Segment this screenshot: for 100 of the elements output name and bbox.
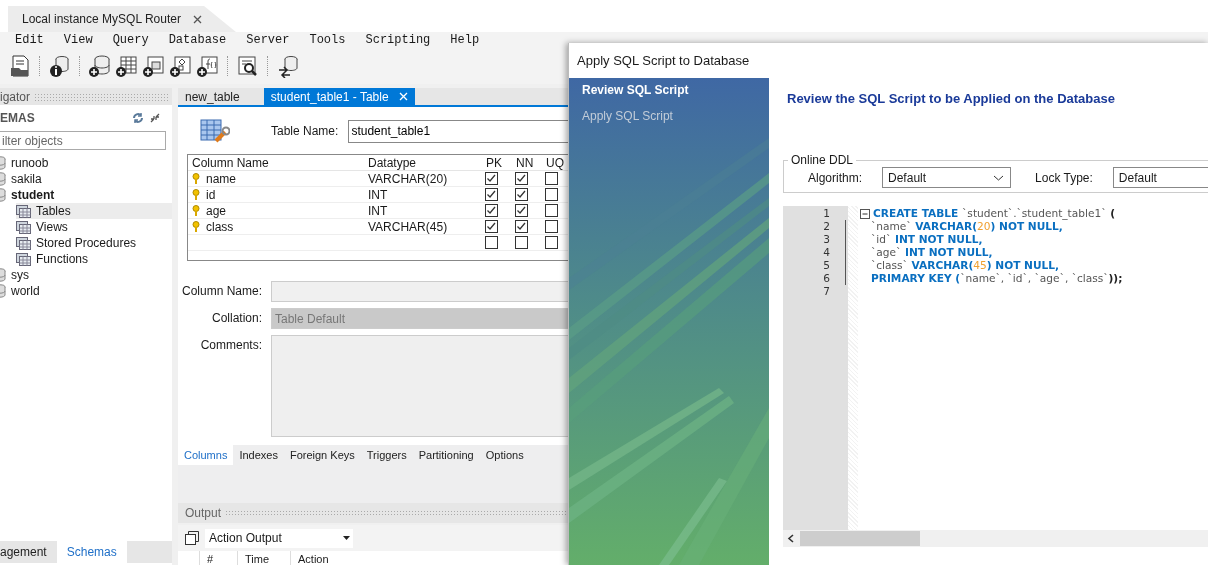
column-header: Action <box>290 551 358 565</box>
dropdown[interactable]: Default <box>882 167 1012 188</box>
folder-grid-icon <box>16 220 31 234</box>
field-label: Table Name: <box>271 124 339 138</box>
checkbox[interactable] <box>515 172 528 185</box>
table-cell: VARCHAR(20) <box>368 171 448 186</box>
table-settings-icon <box>200 117 230 145</box>
checkbox[interactable] <box>485 188 498 201</box>
code-line: `age` INT NOT NULL, <box>871 246 993 259</box>
tree-item[interactable]: Functions <box>16 251 172 267</box>
field-label: Algorithm: <box>808 170 863 185</box>
group-title: Online DDL <box>790 153 855 167</box>
line-number: 7 <box>822 285 831 298</box>
checkbox[interactable] <box>545 204 558 217</box>
line-number: 2 <box>822 220 831 233</box>
line-number: 4 <box>822 246 831 259</box>
key-icon <box>192 172 200 185</box>
key-icon <box>192 188 200 201</box>
editor-tab[interactable]: student_table1 - Table <box>263 88 415 105</box>
field-label: Lock Type: <box>1035 170 1093 185</box>
field-label: Comments: <box>199 337 262 352</box>
database-info-icon[interactable] <box>48 54 72 78</box>
folder-grid-icon <box>16 236 31 250</box>
view-add-icon[interactable] <box>142 54 166 78</box>
checkbox[interactable] <box>515 220 528 233</box>
table-cell: INT <box>368 203 388 218</box>
checkbox[interactable] <box>545 172 558 185</box>
checkbox[interactable] <box>515 236 528 249</box>
menu-item[interactable]: Server <box>239 33 297 47</box>
key-icon <box>192 220 200 233</box>
table-cell: VARCHAR(45) <box>368 219 448 234</box>
line-number: 1 <box>822 207 831 220</box>
function-add-icon[interactable] <box>196 54 220 78</box>
menu-item[interactable]: View <box>56 33 100 47</box>
collapse-icon[interactable] <box>860 208 870 219</box>
tree-item[interactable]: Views <box>16 219 172 235</box>
folder-grid-icon <box>16 204 31 218</box>
menu-item[interactable]: Query <box>105 33 156 47</box>
column-header: NN <box>512 155 542 171</box>
table-cell: name <box>206 171 237 186</box>
chevron-icon <box>993 174 1005 181</box>
code-line: `id` INT NOT NULL, <box>871 233 983 246</box>
panel-title: Output <box>185 506 222 521</box>
checkbox[interactable] <box>485 236 498 249</box>
column-header: PK <box>482 155 512 171</box>
procedure-add-icon[interactable] <box>169 54 193 78</box>
folder-grid-icon <box>16 252 31 266</box>
checkbox[interactable] <box>545 188 558 201</box>
sql-file-icon[interactable] <box>8 54 32 78</box>
checkbox[interactable] <box>515 188 528 201</box>
menu-item[interactable]: Database <box>161 33 234 47</box>
table-name-field[interactable]: student_table1 <box>348 119 568 143</box>
menu-item[interactable]: Scripting <box>358 33 438 47</box>
panel-tab[interactable]: Schemas <box>56 541 127 563</box>
dropdown[interactable]: Default <box>1112 167 1208 188</box>
panel-title: igator <box>0 89 31 104</box>
window-tab[interactable]: Local instance MySQL Router <box>8 6 236 32</box>
column-header: Time <box>237 551 290 565</box>
code-line: `name` VARCHAR(20) NOT NULL, <box>871 220 1063 233</box>
code-line: `class` VARCHAR(45) NOT NULL, <box>871 259 1060 272</box>
menu-item[interactable]: Edit <box>8 33 51 47</box>
field-label: Collation: <box>210 310 262 325</box>
checkbox[interactable] <box>485 204 498 217</box>
copy-icon[interactable] <box>185 531 199 546</box>
schema-item[interactable]: student <box>0 187 172 203</box>
field-label: Column Name: <box>180 283 262 298</box>
checkbox[interactable] <box>515 204 528 217</box>
editor-tab[interactable]: Columns <box>178 445 234 466</box>
horizontal-scrollbar[interactable] <box>783 530 1208 547</box>
dropdown[interactable]: Action Output <box>205 528 353 548</box>
schema-item[interactable]: runoob <box>0 155 172 171</box>
collapse-icon[interactable] <box>150 113 160 123</box>
column-header: Datatype <box>364 155 482 171</box>
schema-item[interactable]: sys <box>0 267 172 283</box>
code-line: PRIMARY KEY (`name`, `id`, `age`, `class`)); <box>871 272 1123 285</box>
checkbox[interactable] <box>485 220 498 233</box>
tree-item[interactable]: Stored Procedures <box>16 235 172 251</box>
table-cell: age <box>206 203 227 218</box>
key-icon <box>192 204 200 217</box>
section-title: EMAS <box>0 111 36 125</box>
schema-item[interactable]: sakila <box>0 171 172 187</box>
table-cell: class <box>206 219 234 234</box>
menu-item[interactable]: Tools <box>302 33 353 47</box>
tree-item[interactable]: Tables <box>16 203 172 219</box>
close-icon[interactable] <box>192 14 202 24</box>
filter-field[interactable]: ilter objects <box>0 131 166 150</box>
checkbox[interactable] <box>545 220 558 233</box>
checkbox[interactable] <box>545 236 558 249</box>
wizard-step[interactable]: Review SQL Script <box>582 83 769 97</box>
schema-item[interactable]: world <box>0 283 172 299</box>
checkbox[interactable] <box>485 172 498 185</box>
table-cell: id <box>206 187 216 202</box>
table-add-icon[interactable] <box>115 54 139 78</box>
caret-icon <box>343 536 350 541</box>
menu-item[interactable]: Help <box>443 33 487 47</box>
table-cell: INT <box>368 187 388 202</box>
database-add-icon[interactable] <box>88 54 112 78</box>
dialog-heading: Review the SQL Script to be Applied on the Database <box>787 91 1116 106</box>
database-sync-icon[interactable] <box>276 54 300 78</box>
refresh-icon[interactable] <box>132 112 144 124</box>
